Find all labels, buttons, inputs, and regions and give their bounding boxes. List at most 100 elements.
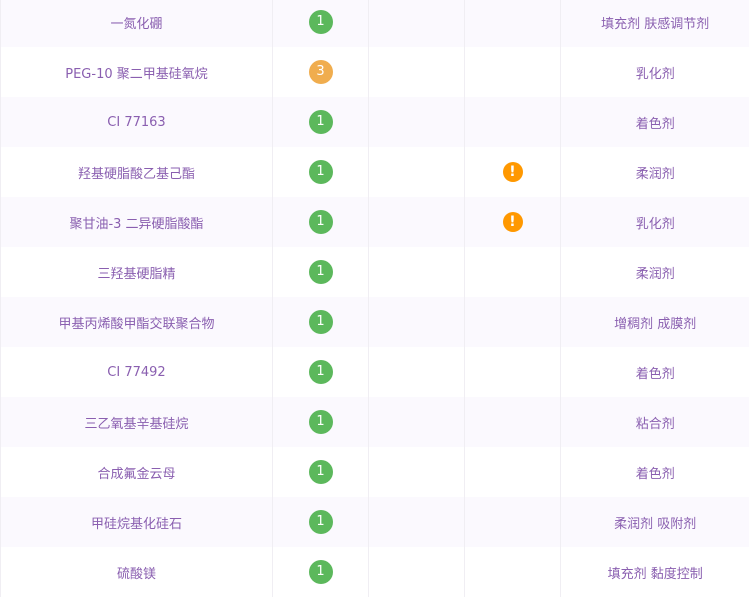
active-cell [369, 497, 465, 547]
ingredient-name[interactable]: 三羟基硬脂精 [1, 247, 273, 297]
table-row[interactable]: 硫酸镁 1 填充剂 黏度控制 [1, 547, 749, 597]
ingredient-link[interactable]: 甲基丙烯酸甲酯交联聚合物 [58, 317, 214, 332]
purpose-text: 增稠剂 成膜剂 [614, 317, 696, 332]
active-cell [369, 47, 465, 97]
ingredient-name[interactable]: PEG-10 聚二甲基硅氧烷 [1, 47, 273, 97]
safety-score-cell: 3 [273, 47, 369, 97]
safety-score-badge: 1 [309, 160, 333, 184]
ingredient-link[interactable]: 硫酸镁 [117, 567, 156, 582]
acne-risk-cell [465, 547, 561, 597]
active-cell [369, 297, 465, 347]
table-row[interactable]: 甲基丙烯酸甲酯交联聚合物 1 增稠剂 成膜剂 [1, 297, 749, 347]
purpose-cell: 柔润剂 吸附剂 [561, 497, 749, 547]
safety-score-cell: 1 [273, 497, 369, 547]
purpose-cell: 粘合剂 [561, 397, 749, 447]
safety-score-cell: 1 [273, 97, 369, 147]
acne-risk-cell [465, 247, 561, 297]
active-cell [369, 97, 465, 147]
purpose-text: 柔润剂 [636, 267, 675, 282]
ingredient-name[interactable]: 一氮化硼 [1, 0, 273, 47]
ingredient-link[interactable]: 三乙氧基辛基硅烷 [84, 417, 188, 432]
ingredient-name[interactable]: 羟基硬脂酸乙基己酯 [1, 147, 273, 197]
ingredient-link[interactable]: 聚甘油-3 二异硬脂酸酯 [69, 217, 203, 232]
safety-score-cell: 1 [273, 147, 369, 197]
safety-score-cell: 1 [273, 397, 369, 447]
purpose-cell: 柔润剂 [561, 147, 749, 197]
table-row[interactable]: 三羟基硬脂精 1 柔润剂 [1, 247, 749, 297]
ingredient-link[interactable]: CI 77492 [107, 365, 165, 380]
safety-score-badge: 1 [309, 10, 333, 34]
warning-icon: ! [503, 162, 523, 182]
active-cell [369, 547, 465, 597]
purpose-text: 着色剂 [636, 367, 675, 382]
acne-risk-cell: ! [465, 197, 561, 247]
acne-risk-cell [465, 0, 561, 47]
purpose-text: 乳化剂 [636, 67, 675, 82]
safety-score-badge: 1 [309, 210, 333, 234]
purpose-cell: 增稠剂 成膜剂 [561, 297, 749, 347]
ingredient-name[interactable]: 三乙氧基辛基硅烷 [1, 397, 273, 447]
safety-score-badge: 1 [309, 360, 333, 384]
safety-score-cell: 1 [273, 297, 369, 347]
purpose-cell: 乳化剂 [561, 197, 749, 247]
table-row[interactable]: CI 77163 1 着色剂 [1, 97, 749, 147]
ingredient-name[interactable]: 硫酸镁 [1, 547, 273, 597]
acne-risk-cell [465, 297, 561, 347]
purpose-cell: 着色剂 [561, 447, 749, 497]
purpose-cell: 着色剂 [561, 97, 749, 147]
active-cell [369, 197, 465, 247]
ingredient-name[interactable]: CI 77492 [1, 347, 273, 397]
active-cell [369, 397, 465, 447]
purpose-text: 柔润剂 [636, 167, 675, 182]
ingredient-link[interactable]: 合成氟金云母 [97, 467, 175, 482]
safety-score-badge: 1 [309, 260, 333, 284]
table-row[interactable]: 羟基硬脂酸乙基己酯 1 ! 柔润剂 [1, 147, 749, 197]
ingredient-link[interactable]: 羟基硬脂酸乙基己酯 [78, 167, 195, 182]
safety-score-cell: 1 [273, 447, 369, 497]
table-row[interactable]: 一氮化硼 1 填充剂 肤感调节剂 [1, 0, 749, 47]
active-cell [369, 347, 465, 397]
table-row[interactable]: PEG-10 聚二甲基硅氧烷 3 乳化剂 [1, 47, 749, 97]
active-cell [369, 0, 465, 47]
active-cell [369, 447, 465, 497]
safety-score-badge: 1 [309, 410, 333, 434]
ingredient-link[interactable]: CI 77163 [107, 115, 165, 130]
safety-score-badge: 1 [309, 110, 333, 134]
table-row[interactable]: 合成氟金云母 1 着色剂 [1, 447, 749, 497]
active-cell [369, 247, 465, 297]
table-row[interactable]: CI 77492 1 着色剂 [1, 347, 749, 397]
ingredient-name[interactable]: 甲硅烷基化硅石 [1, 497, 273, 547]
ingredient-name[interactable]: 甲基丙烯酸甲酯交联聚合物 [1, 297, 273, 347]
ingredient-link[interactable]: 一氮化硼 [110, 17, 162, 32]
purpose-text: 填充剂 肤感调节剂 [601, 17, 709, 32]
safety-score-cell: 1 [273, 347, 369, 397]
purpose-cell: 着色剂 [561, 347, 749, 397]
purpose-text: 柔润剂 吸附剂 [614, 517, 696, 532]
warning-icon: ! [503, 212, 523, 232]
purpose-text: 填充剂 黏度控制 [608, 567, 703, 582]
acne-risk-cell: ! [465, 147, 561, 197]
purpose-text: 乳化剂 [636, 217, 675, 232]
ingredient-link[interactable]: PEG-10 聚二甲基硅氧烷 [65, 67, 208, 82]
safety-score-cell: 1 [273, 0, 369, 47]
safety-score-badge: 3 [309, 60, 333, 84]
purpose-text: 粘合剂 [636, 417, 675, 432]
ingredient-link[interactable]: 三羟基硬脂精 [97, 267, 175, 282]
table-row[interactable]: 甲硅烷基化硅石 1 柔润剂 吸附剂 [1, 497, 749, 547]
purpose-cell: 填充剂 黏度控制 [561, 547, 749, 597]
ingredient-link[interactable]: 甲硅烷基化硅石 [91, 517, 182, 532]
ingredient-name[interactable]: CI 77163 [1, 97, 273, 147]
acne-risk-cell [465, 397, 561, 447]
table-row[interactable]: 三乙氧基辛基硅烷 1 粘合剂 [1, 397, 749, 447]
ingredient-name[interactable]: 聚甘油-3 二异硬脂酸酯 [1, 197, 273, 247]
acne-risk-cell [465, 97, 561, 147]
purpose-cell: 柔润剂 [561, 247, 749, 297]
safety-score-badge: 1 [309, 560, 333, 584]
safety-score-cell: 1 [273, 247, 369, 297]
acne-risk-cell [465, 497, 561, 547]
ingredient-name[interactable]: 合成氟金云母 [1, 447, 273, 497]
active-cell [369, 147, 465, 197]
ingredient-table: 一氮化硼 1 填充剂 肤感调节剂PEG-10 聚二甲基硅氧烷 3 乳化剂CI 7… [0, 0, 749, 597]
safety-score-badge: 1 [309, 460, 333, 484]
table-row[interactable]: 聚甘油-3 二异硬脂酸酯 1 ! 乳化剂 [1, 197, 749, 247]
